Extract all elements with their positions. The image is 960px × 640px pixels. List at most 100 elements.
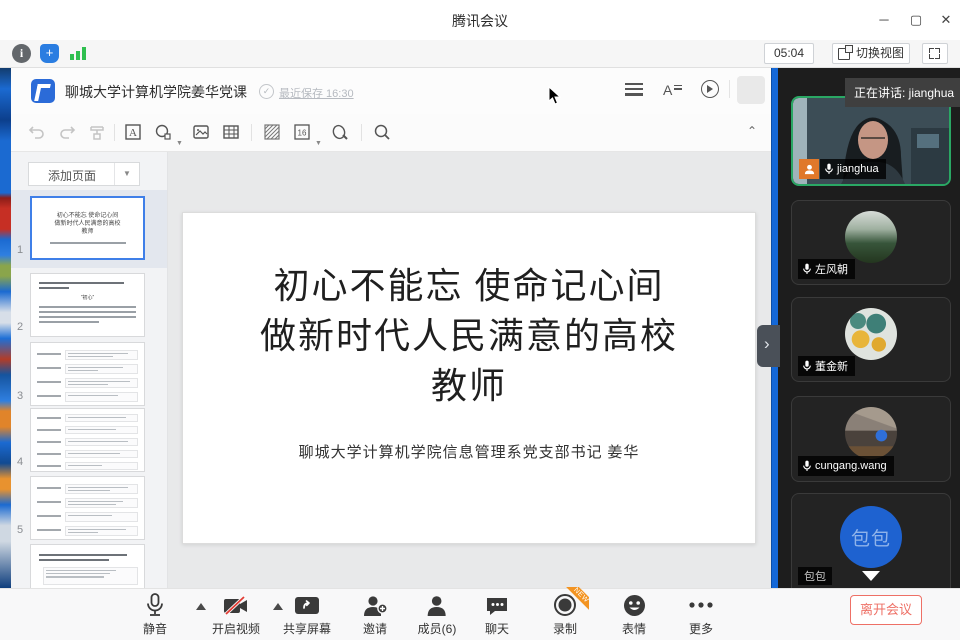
- mic-options-arrow[interactable]: [196, 603, 206, 610]
- meeting-info-icon[interactable]: i: [12, 44, 31, 63]
- slide-thumbnail-1[interactable]: 初心不能忘 使命记心间 做新时代人民满意的高校 教师: [30, 196, 145, 260]
- slide-thumbnail-4[interactable]: [30, 408, 145, 472]
- text-format-icon[interactable]: A: [663, 82, 682, 98]
- add-page-button[interactable]: 添加页面 ▼: [28, 162, 140, 186]
- slide-title: 初心不能忘 使命记心间 做新时代人民满意的高校 教师: [183, 261, 755, 411]
- table-icon[interactable]: [222, 123, 242, 143]
- mic-icon: [802, 263, 812, 275]
- app-window: 腾讯会议 ─ ▢ ✕ i + 05:04 切换视图 聊城大学计算机学院姜华党课 …: [0, 0, 960, 640]
- participants-panel: 正在讲话: jianghua: [778, 68, 960, 588]
- participant-tile-jianghua[interactable]: jianghua: [791, 96, 951, 186]
- members-button[interactable]: 成员(6): [418, 593, 457, 637]
- slide-row-2: 2 “初心”: [11, 273, 168, 339]
- slide-thumbnail-6[interactable]: [30, 544, 145, 588]
- scroll-down-indicator[interactable]: [862, 571, 880, 581]
- save-status-link[interactable]: 最近保存 16:30: [279, 85, 354, 101]
- start-video-button[interactable]: 开启视频: [212, 593, 260, 637]
- shape-icon[interactable]: ▼: [154, 123, 174, 143]
- mic-icon: [824, 163, 834, 175]
- slide-number: 5: [17, 524, 23, 536]
- undo-icon[interactable]: [28, 123, 48, 143]
- more-button[interactable]: 更多: [689, 593, 713, 637]
- chat-button[interactable]: 聊天: [485, 593, 509, 637]
- slide-subtitle: 聊城大学计算机学院信息管理系党支部书记 姜华: [183, 441, 755, 462]
- invite-button[interactable]: 邀请: [362, 593, 388, 637]
- switch-view-button[interactable]: 切换视图: [832, 43, 910, 64]
- document-title: 聊城大学计算机学院姜华党课: [65, 82, 247, 102]
- slideshow-play-icon[interactable]: [701, 80, 719, 98]
- redo-icon[interactable]: [58, 123, 78, 143]
- share-screen-button[interactable]: 共享屏幕: [283, 593, 331, 637]
- account-avatar[interactable]: [737, 76, 765, 104]
- fill-pattern-icon[interactable]: [263, 123, 283, 143]
- host-badge-icon: [799, 159, 819, 179]
- slide-number: 2: [17, 321, 23, 333]
- more-icon: [689, 602, 713, 608]
- format-painter-icon[interactable]: [88, 123, 108, 143]
- chevron-down-icon: ▼: [114, 163, 139, 185]
- participant-name: 董金新: [815, 358, 848, 374]
- shared-screen-area: 聊城大学计算机学院姜华党课 ✓ 最近保存 16:30 A: [0, 68, 960, 588]
- security-shield-icon[interactable]: +: [40, 44, 59, 63]
- video-options-arrow[interactable]: [273, 603, 283, 610]
- emoji-button[interactable]: 表情: [622, 593, 646, 637]
- slide-number: 1: [17, 244, 23, 256]
- close-icon[interactable]: ✕: [932, 8, 960, 32]
- avatar: [845, 211, 897, 263]
- svg-text:16: 16: [298, 129, 307, 138]
- speaking-tooltip: 正在讲话: jianghua: [845, 78, 960, 107]
- chat-icon: [485, 595, 509, 617]
- divider: [251, 124, 252, 141]
- mute-button[interactable]: 静音: [143, 593, 167, 637]
- record-button[interactable]: 录制 NEW: [553, 593, 577, 637]
- wps-presentation-window: 聊城大学计算机学院姜华党课 ✓ 最近保存 16:30 A: [11, 68, 771, 588]
- collapse-toolbar-icon[interactable]: ⌃: [747, 124, 757, 138]
- textbox-icon[interactable]: A: [124, 123, 144, 143]
- image-icon[interactable]: [192, 123, 212, 143]
- search-icon[interactable]: [373, 123, 393, 143]
- window-titlebar: 腾讯会议 ─ ▢ ✕: [0, 0, 960, 40]
- mic-icon: [145, 593, 165, 617]
- wps-logo-icon[interactable]: [31, 79, 55, 103]
- panel-collapse-handle[interactable]: [757, 325, 780, 367]
- chevron-down-icon: ▼: [315, 140, 322, 147]
- switch-view-label: 切换视图: [856, 46, 904, 60]
- meeting-bottom-toolbar: 静音 开启视频 共享屏幕 邀请: [0, 588, 960, 640]
- window-title: 腾讯会议: [0, 11, 960, 31]
- maximize-icon[interactable]: ▢: [902, 8, 930, 32]
- mouse-cursor: [548, 86, 561, 105]
- meeting-toolbar: i + 05:04 切换视图: [0, 40, 960, 68]
- slide-thumbnail-3[interactable]: [30, 342, 145, 406]
- emoji-icon: [622, 594, 645, 617]
- slide-thumbnail-5[interactable]: [30, 476, 145, 540]
- wps-toolbar: A ▼ 16 ▼ ⌃: [11, 114, 771, 152]
- slide-row-4: 4: [11, 408, 168, 474]
- slide-page: 初心不能忘 使命记心间 做新时代人民满意的高校 教师 聊城大学计算机学院信息管理…: [182, 212, 756, 544]
- desktop-edge-sliver: [0, 68, 11, 588]
- fullscreen-button[interactable]: [922, 43, 948, 64]
- svg-text:A: A: [129, 127, 137, 139]
- slide-row-6: [11, 544, 168, 588]
- slide-canvas: 初心不能忘 使命记心间 做新时代人民满意的高校 教师 聊城大学计算机学院信息管理…: [168, 152, 771, 588]
- participant-name: jianghua: [837, 163, 879, 175]
- share-screen-icon: [294, 595, 320, 617]
- participant-tile-dongjinxin[interactable]: 董金新: [791, 297, 951, 382]
- slide-row-5: 5: [11, 476, 168, 542]
- slide-thumbnail-2[interactable]: “初心”: [30, 273, 145, 337]
- participant-name: cungang.wang: [815, 460, 887, 472]
- leave-meeting-button[interactable]: 离开会议: [850, 595, 922, 625]
- participant-name: 包包: [804, 568, 826, 584]
- chevron-down-icon: ▼: [176, 140, 183, 147]
- add-page-label: 添加页面: [29, 167, 115, 184]
- pen-icon[interactable]: [331, 123, 351, 143]
- participant-tile-zuofengchao[interactable]: 左风朝: [791, 200, 951, 285]
- page-number-icon[interactable]: 16 ▼: [293, 123, 313, 143]
- invite-icon: [362, 595, 388, 617]
- minimize-icon[interactable]: ─: [870, 8, 898, 32]
- thumb-title: 初心不能忘 使命记心间 做新时代人民满意的高校 教师: [32, 212, 143, 236]
- menu-icon[interactable]: [625, 80, 643, 99]
- slide-row-3: 3: [11, 342, 168, 408]
- participant-tile-cungang[interactable]: cungang.wang: [791, 396, 951, 482]
- participant-name: 左风朝: [815, 261, 848, 277]
- network-signal-icon[interactable]: [70, 44, 89, 63]
